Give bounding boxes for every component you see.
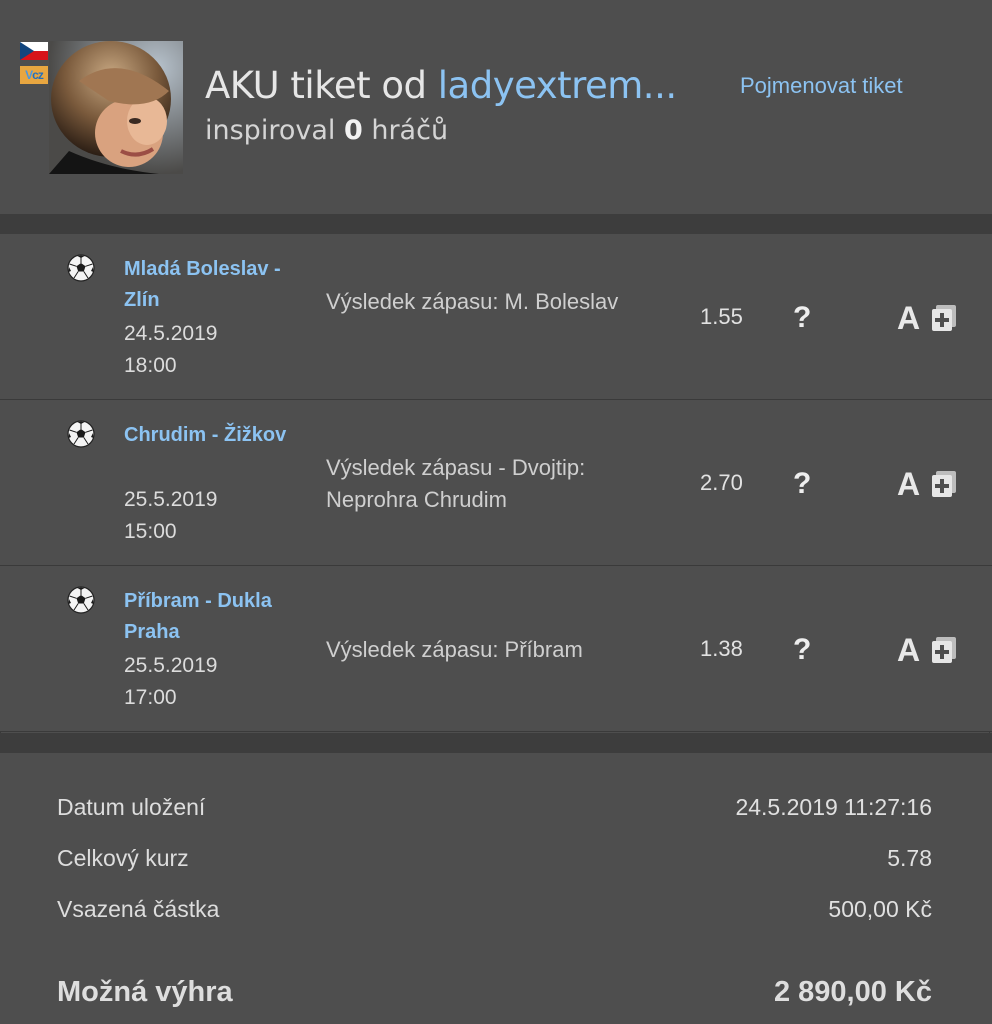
stake-label: Vsazená částka: [57, 896, 220, 922]
bet-row: Mladá Boleslav - Zlín 24.5.2019 18:00 Vý…: [0, 234, 992, 400]
stake-value: 500,00 Kč: [828, 896, 932, 922]
saved-date-value: 24.5.2019 11:27:16: [735, 794, 932, 820]
help-icon[interactable]: ?: [793, 301, 811, 335]
soccer-ball-icon: [67, 420, 95, 448]
ticket-header: Vcz AKU tiket od ladyextrem... inspirova…: [0, 0, 992, 214]
bet-a-button[interactable]: A: [897, 300, 920, 337]
add-to-ticket-icon[interactable]: [932, 305, 956, 331]
bet-row: Příbram - Dukla Praha 25.5.2019 17:00 Vý…: [0, 566, 992, 732]
match-datetime: 25.5.2019 15:00: [124, 484, 264, 548]
help-icon[interactable]: ?: [793, 633, 811, 667]
title-prefix: AKU tiket od: [205, 64, 438, 107]
match-datetime: 24.5.2019 18:00: [124, 318, 264, 382]
soccer-ball-icon: [67, 586, 95, 614]
soccer-ball-icon: [67, 254, 95, 282]
bet-odds: 1.55: [700, 304, 743, 329]
match-date: 25.5.2019: [124, 654, 218, 677]
match-link[interactable]: Příbram - Dukla Praha: [124, 586, 294, 648]
match-date: 24.5.2019: [124, 322, 218, 345]
match-link[interactable]: Mladá Boleslav - Zlín: [124, 254, 294, 316]
bet-pick: Výsledek zápasu: M. Boleslav: [326, 289, 619, 314]
bet-pick: Výsledek zápasu: Příbram: [326, 637, 583, 662]
add-to-ticket-icon[interactable]: [932, 471, 956, 497]
possible-win-value: 2 890,00 Kč: [773, 976, 932, 1008]
bet-odds: 1.38: [700, 636, 743, 661]
match-time: 17:00: [124, 686, 177, 709]
bet-pick: Výsledek zápasu - Dvojtip: Neprohra Chru…: [326, 455, 586, 512]
czech-flag-icon: [20, 42, 48, 60]
avatar[interactable]: [49, 41, 183, 174]
rename-ticket-link[interactable]: Pojmenovat tiket: [740, 73, 903, 99]
help-icon[interactable]: ?: [793, 467, 811, 501]
match-time: 18:00: [124, 354, 177, 377]
inspired-count-text: inspiroval 0 hráčů: [205, 115, 449, 146]
bet-odds: 2.70: [700, 470, 743, 495]
bet-row: Chrudim - Žižkov 25.5.2019 15:00 Výslede…: [0, 400, 992, 566]
bet-a-button[interactable]: A: [897, 466, 920, 503]
match-datetime: 25.5.2019 17:00: [124, 650, 264, 714]
vcz-badge: Vcz: [20, 66, 48, 84]
avatar-photo: [49, 41, 183, 174]
possible-win-label: Možná výhra: [57, 976, 233, 1008]
bet-a-button[interactable]: A: [897, 632, 920, 669]
ticket-summary: Datum uložení 24.5.2019 11:27:16 Celkový…: [0, 753, 992, 1024]
match-link[interactable]: Chrudim - Žižkov: [124, 420, 294, 451]
add-to-ticket-icon[interactable]: [932, 637, 956, 663]
total-odds-value: 5.78: [887, 845, 932, 871]
match-date: 25.5.2019: [124, 488, 218, 511]
total-odds-label: Celkový kurz: [57, 845, 189, 871]
section-divider: [0, 214, 992, 234]
match-time: 15:00: [124, 520, 177, 543]
username-link[interactable]: ladyextrem...: [438, 64, 677, 107]
section-divider: [0, 733, 992, 753]
saved-date-label: Datum uložení: [57, 794, 206, 820]
ticket-title: AKU tiket od ladyextrem...: [205, 64, 677, 107]
